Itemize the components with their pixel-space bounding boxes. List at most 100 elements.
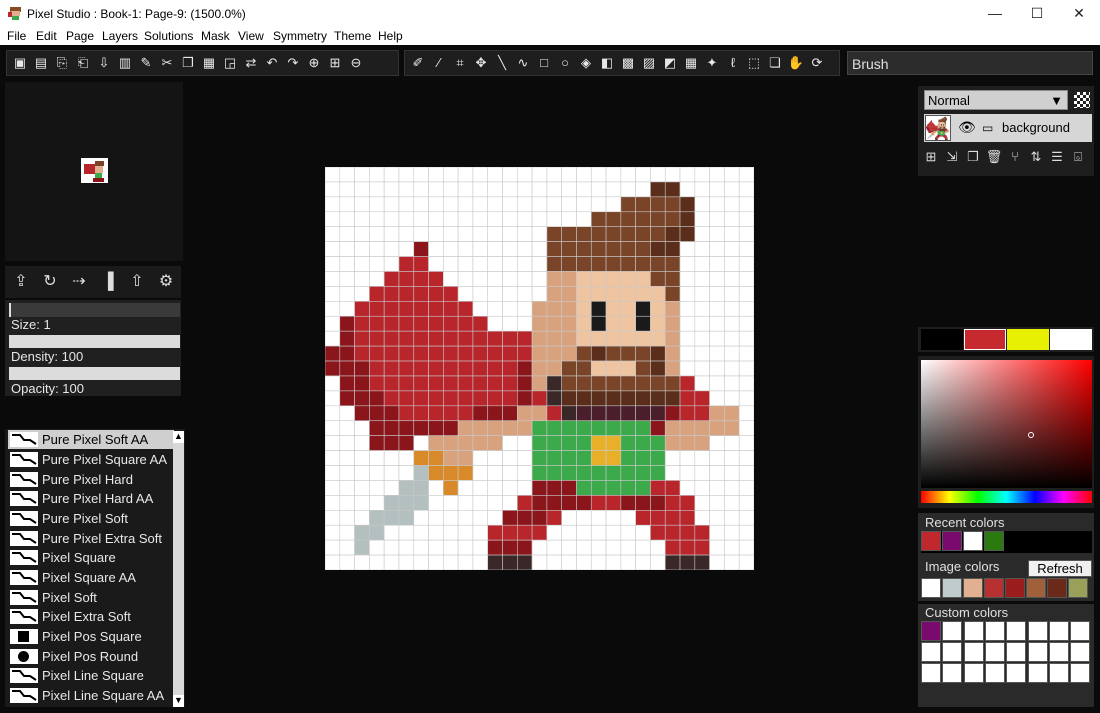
pixel-cell[interactable]: [324, 301, 341, 317]
pixel-cell[interactable]: [369, 345, 385, 362]
pixel-cell[interactable]: [443, 166, 459, 183]
pixel-cell[interactable]: [339, 345, 355, 362]
brush-item[interactable]: Pixel Line Square AA: [8, 686, 174, 705]
pixel-cell[interactable]: [457, 554, 474, 571]
pixel-cell[interactable]: [724, 524, 740, 541]
pixel-cell[interactable]: [531, 360, 548, 377]
pixel-cell[interactable]: [502, 256, 518, 272]
pixel-cell[interactable]: [709, 360, 725, 377]
pixel-cell[interactable]: [324, 286, 341, 302]
pixel-cell[interactable]: [605, 420, 622, 436]
pixel-cell[interactable]: [472, 390, 489, 407]
pixel-cell[interactable]: [724, 375, 740, 392]
pixel-cell[interactable]: [472, 301, 489, 317]
pixel-cell[interactable]: [383, 465, 400, 481]
pixel-cell[interactable]: [428, 480, 444, 496]
pixel-cell[interactable]: [354, 480, 370, 496]
pixel-cell[interactable]: [546, 509, 562, 526]
pixel-cell[interactable]: [709, 480, 725, 496]
pixel-cell[interactable]: [531, 390, 548, 407]
pixel-cell[interactable]: [487, 166, 503, 183]
pixel-cell[interactable]: [457, 450, 474, 466]
pixel-cell[interactable]: [724, 435, 740, 451]
import-layer-icon[interactable]: ⇲: [943, 148, 961, 166]
pixel-cell[interactable]: [428, 450, 444, 466]
pixel-cell[interactable]: [339, 390, 355, 407]
fill-icon[interactable]: ◈: [577, 54, 595, 72]
pixel-cell[interactable]: [694, 226, 710, 242]
sort-layer-icon[interactable]: ⇅: [1027, 148, 1045, 166]
pixel-cell[interactable]: [339, 181, 355, 198]
undo-icon[interactable]: ↶: [263, 54, 281, 72]
pixel-cell[interactable]: [635, 166, 651, 183]
pixel-cell[interactable]: [561, 241, 577, 257]
pixel-cell[interactable]: [517, 315, 533, 332]
pixel-cell[interactable]: [650, 465, 666, 481]
pixel-cell[interactable]: [354, 286, 370, 302]
pixel-cell[interactable]: [383, 539, 400, 556]
pixel-cell[interactable]: [428, 524, 444, 541]
pixel-cell[interactable]: [635, 241, 651, 257]
pixel-cell[interactable]: [517, 271, 533, 287]
pixel-cell[interactable]: [369, 375, 385, 392]
pixel-cell[interactable]: [605, 375, 622, 392]
brush-mode-icon[interactable]: ⇢: [68, 271, 90, 293]
pixel-cell[interactable]: [472, 420, 489, 436]
pixel-cell[interactable]: [620, 241, 636, 257]
pixel-cell[interactable]: [339, 226, 355, 242]
pixel-cell[interactable]: [428, 241, 444, 257]
pixel-cell[interactable]: [576, 330, 592, 347]
pixel-cell[interactable]: [487, 286, 503, 302]
pixel-cell[interactable]: [724, 509, 740, 526]
pixel-cell[interactable]: [457, 405, 474, 422]
pixel-cell[interactable]: [546, 465, 562, 481]
pixel-cell[interactable]: [457, 465, 474, 481]
pixel-cell[interactable]: [709, 435, 725, 451]
pixel-cell[interactable]: [650, 286, 666, 302]
pixel-cell[interactable]: [413, 241, 429, 257]
pixel-cell[interactable]: [517, 390, 533, 407]
pixel-cell[interactable]: [383, 390, 400, 407]
pixel-cell[interactable]: [398, 256, 415, 272]
pixel-cell[interactable]: [590, 360, 607, 377]
pixel-cell[interactable]: [413, 271, 429, 287]
pixel-cell[interactable]: [576, 509, 592, 526]
pixel-cell[interactable]: [724, 301, 740, 317]
pixel-cell[interactable]: [664, 166, 681, 183]
pixel-cell[interactable]: [457, 420, 474, 436]
pixel-cell[interactable]: [457, 301, 474, 317]
image-color-swatch[interactable]: [1047, 578, 1067, 598]
load-brush-icon[interactable]: ⇪: [10, 271, 32, 293]
custom-color-swatch[interactable]: [921, 642, 941, 662]
pixel-cell[interactable]: [738, 509, 755, 526]
pixel-cell[interactable]: [369, 554, 385, 571]
pixel-cell[interactable]: [354, 256, 370, 272]
custom-color-swatch[interactable]: [1048, 621, 1069, 641]
pixel-cell[interactable]: [576, 495, 592, 511]
pixel-cell[interactable]: [546, 420, 562, 436]
pixel-cell[interactable]: [531, 256, 548, 272]
pixel-cell[interactable]: [413, 480, 429, 496]
pixel-cell[interactable]: [324, 271, 341, 287]
pixel-cell[interactable]: [724, 480, 740, 496]
pixel-cell[interactable]: [324, 211, 341, 228]
pixel-cell[interactable]: [620, 495, 636, 511]
pixel-cell[interactable]: [383, 495, 400, 511]
pixel-cell[interactable]: [443, 554, 459, 571]
cut-icon[interactable]: ✂: [158, 54, 176, 72]
pixel-cell[interactable]: [664, 450, 681, 466]
duplicate-layer-icon[interactable]: ❐: [964, 148, 982, 166]
pixel-cell[interactable]: [472, 509, 489, 526]
custom-color-swatch[interactable]: [942, 663, 963, 683]
pixel-cell[interactable]: [650, 539, 666, 556]
pixel-cell[interactable]: [502, 226, 518, 242]
custom-color-swatch[interactable]: [921, 663, 941, 683]
pixel-cell[interactable]: [679, 360, 696, 377]
pixel-cell[interactable]: [487, 181, 503, 198]
pixel-cell[interactable]: [709, 345, 725, 362]
pixel-cell[interactable]: [650, 420, 666, 436]
pixel-cell[interactable]: [724, 405, 740, 422]
pixel-cell[interactable]: [502, 301, 518, 317]
pixel-cell[interactable]: [457, 166, 474, 183]
pixel-cell[interactable]: [664, 390, 681, 407]
